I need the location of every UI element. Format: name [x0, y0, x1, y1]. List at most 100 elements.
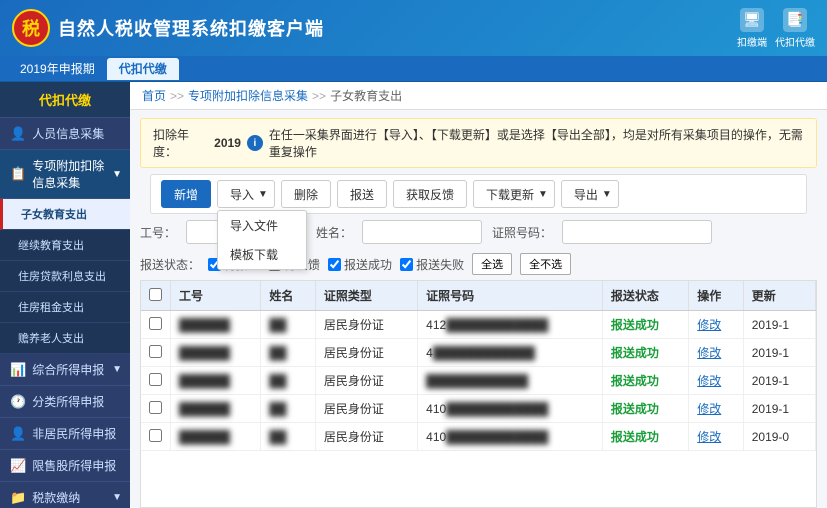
delete-button[interactable]: 删除 [281, 180, 331, 208]
template-download-item[interactable]: 模板下载 [218, 240, 306, 269]
modify-link[interactable]: 修改 [697, 374, 721, 388]
row-checkbox-4[interactable] [149, 429, 162, 442]
header-icon-withholding[interactable]: 📑 代扣代缴 [775, 8, 815, 49]
select-all-table-checkbox[interactable] [149, 288, 162, 301]
cell-id-num: ████████████ [418, 367, 603, 395]
table-header-row: 工号 姓名 证照类型 证照号码 报送状态 操作 更新 [141, 281, 816, 311]
status-failed-label[interactable]: 报送失败 [400, 256, 464, 273]
sidebar-item-income[interactable]: 🕐 分类所得申报 [0, 386, 130, 418]
export-button[interactable]: 导出 ▼ [561, 180, 619, 208]
cell-update: 2019-0 [743, 423, 815, 451]
sidebar-item-comprehensive[interactable]: 📊 综合所得申报 ▼ [0, 354, 130, 386]
sidebar-item-nonresident[interactable]: 👤 非居民所得申报 [0, 418, 130, 450]
toolbar: 新增 导入 ▼ 导入文件 模板下载 删除 报送 获取反馈 下载更新 ▼ [150, 174, 807, 214]
name-input[interactable] [362, 220, 482, 244]
download-arrow: ▼ [538, 189, 548, 200]
table-row: ██████ ██ 居民身份证 ████████████ 报送成功 修改 201… [141, 367, 816, 395]
sidebar-item-housing-loan[interactable]: 住房贷款利息支出 [0, 261, 130, 292]
data-table-wrapper: 工号 姓名 证照类型 证照号码 报送状态 操作 更新 ██████ ██ 居民身… [140, 280, 817, 508]
comprehensive-icon: 📊 [10, 362, 26, 378]
cell-name: ██ [261, 367, 315, 395]
status-failed-checkbox[interactable] [400, 258, 413, 271]
sidebar-item-equity[interactable]: 📈 限售股所得申报 [0, 450, 130, 482]
sidebar-item-elderly[interactable]: 赡养老人支出 [0, 323, 130, 354]
import-file-item[interactable]: 导入文件 [218, 211, 306, 240]
cell-action[interactable]: 修改 [689, 423, 743, 451]
sidebar: 代扣代缴 👤 人员信息采集 📋 专项附加扣除信息采集 ▼ 子女教育支出 继续教育… [0, 82, 130, 508]
cell-work-id: ██████ [171, 311, 261, 339]
row-checkbox-0[interactable] [149, 317, 162, 330]
tab-2019[interactable]: 2019年申报期 [8, 58, 107, 80]
top-header: 税 自然人税收管理系统扣缴客户端 🖥 扣缴端 📑 代扣代缴 [0, 0, 827, 56]
deselect-all-button[interactable]: 全不选 [520, 253, 571, 275]
status-success-checkbox[interactable] [328, 258, 341, 271]
info-bar: 扣除年度： 2019 i 在任一采集界面进行【导入】、【下载更新】或是选择【导出… [140, 118, 817, 168]
data-table: 工号 姓名 证照类型 证照号码 报送状态 操作 更新 ██████ ██ 居民身… [141, 281, 816, 451]
cell-id-type: 居民身份证 [315, 423, 417, 451]
equity-icon: 📈 [10, 458, 26, 474]
cell-status: 报送成功 [602, 423, 688, 451]
row-checkbox-3[interactable] [149, 401, 162, 414]
col-id-type: 证照类型 [315, 281, 417, 311]
modify-link[interactable]: 修改 [697, 318, 721, 332]
toolbar-wrapper: 新增 导入 ▼ 导入文件 模板下载 删除 报送 获取反馈 下载更新 ▼ [130, 168, 827, 214]
work-id-label: 工号： [140, 224, 176, 241]
sidebar-item-cont-edu[interactable]: 继续教育支出 [0, 230, 130, 261]
breadcrumb-level2: 子女教育支出 [330, 87, 402, 104]
modify-link[interactable]: 修改 [697, 430, 721, 444]
add-button[interactable]: 新增 [161, 180, 211, 208]
sidebar-item-tax[interactable]: 📁 税款缴纳 ▼ [0, 482, 130, 508]
cell-checkbox[interactable] [141, 395, 171, 423]
cell-checkbox[interactable] [141, 367, 171, 395]
comprehensive-arrow: ▼ [112, 364, 122, 375]
cell-checkbox[interactable] [141, 339, 171, 367]
modify-link[interactable]: 修改 [697, 402, 721, 416]
cell-action[interactable]: 修改 [689, 395, 743, 423]
download-update-button[interactable]: 下载更新 ▼ [473, 180, 555, 208]
info-tip: 在任一采集界面进行【导入】、【下载更新】或是选择【导出全部】，均是对所有采集项目… [269, 126, 804, 160]
tab-withholding[interactable]: 代扣代缴 [107, 58, 179, 80]
cell-update: 2019-1 [743, 311, 815, 339]
row-checkbox-2[interactable] [149, 373, 162, 386]
sidebar-sub-special: 子女教育支出 继续教育支出 住房贷款利息支出 住房租金支出 赡养老人支出 [0, 199, 130, 354]
import-button[interactable]: 导入 ▼ [217, 180, 275, 208]
cell-id-num: 412████████████ [418, 311, 603, 339]
header-icon-client[interactable]: 🖥 扣缴端 [737, 8, 767, 49]
col-work-id: 工号 [171, 281, 261, 311]
cell-id-num: 4████████████ [418, 339, 603, 367]
row-checkbox-1[interactable] [149, 345, 162, 358]
tab-bar: 2019年申报期 代扣代缴 [0, 56, 827, 82]
cell-checkbox[interactable] [141, 311, 171, 339]
col-action: 操作 [689, 281, 743, 311]
breadcrumb-home[interactable]: 首页 [142, 87, 166, 104]
sidebar-header: 代扣代缴 [0, 82, 130, 118]
cell-name: ██ [261, 395, 315, 423]
table-row: ██████ ██ 居民身份证 412████████████ 报送成功 修改 … [141, 311, 816, 339]
nonresident-icon: 👤 [10, 426, 26, 442]
breadcrumb-level1[interactable]: 专项附加扣除信息采集 [188, 87, 308, 104]
sidebar-item-personnel[interactable]: 👤 人员信息采集 [0, 118, 130, 150]
modify-link[interactable]: 修改 [697, 346, 721, 360]
id-num-input[interactable] [562, 220, 712, 244]
sidebar-item-housing-rent[interactable]: 住房租金支出 [0, 292, 130, 323]
get-feedback-button[interactable]: 获取反馈 [393, 180, 467, 208]
cell-action[interactable]: 修改 [689, 311, 743, 339]
cell-action[interactable]: 修改 [689, 367, 743, 395]
cell-checkbox[interactable] [141, 423, 171, 451]
sidebar-item-child-edu[interactable]: 子女教育支出 [0, 199, 130, 230]
cell-name: ██ [261, 339, 315, 367]
cell-action[interactable]: 修改 [689, 339, 743, 367]
cell-update: 2019-1 [743, 367, 815, 395]
cell-id-type: 居民身份证 [315, 339, 417, 367]
col-name: 姓名 [261, 281, 315, 311]
year-value: 2019 [214, 136, 241, 150]
cell-id-type: 居民身份证 [315, 395, 417, 423]
status-success-label[interactable]: 报送成功 [328, 256, 392, 273]
main-layout: 代扣代缴 👤 人员信息采集 📋 专项附加扣除信息采集 ▼ 子女教育支出 继续教育… [0, 82, 827, 508]
select-all-button[interactable]: 全选 [472, 253, 512, 275]
submit-button[interactable]: 报送 [337, 180, 387, 208]
cell-work-id: ██████ [171, 339, 261, 367]
cell-update: 2019-1 [743, 339, 815, 367]
cell-status: 报送成功 [602, 395, 688, 423]
sidebar-item-special[interactable]: 📋 专项附加扣除信息采集 ▼ [0, 150, 130, 199]
